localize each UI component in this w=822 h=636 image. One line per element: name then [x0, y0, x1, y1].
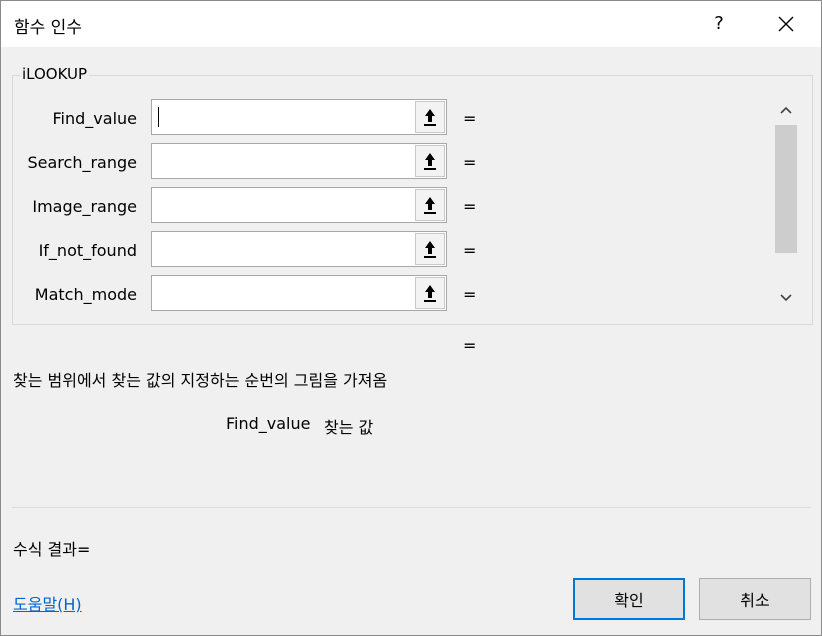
- formula-result: 수식 결과=: [13, 540, 91, 559]
- search-range-field[interactable]: [152, 144, 418, 178]
- dialog-title: 함수 인수: [14, 18, 82, 38]
- function-result-equals: =: [463, 336, 477, 355]
- match-mode-field[interactable]: [152, 276, 418, 310]
- arg-result-equals: =: [463, 109, 477, 128]
- function-name: iLOOKUP: [20, 65, 90, 83]
- collapse-dialog-button[interactable]: [415, 101, 445, 133]
- collapse-dialog-icon: [424, 153, 436, 170]
- if-not-found-field[interactable]: [152, 232, 418, 266]
- arg-result-equals: =: [463, 197, 477, 216]
- scroll-down-button[interactable]: [773, 284, 799, 312]
- arg-input-find-value[interactable]: [151, 99, 447, 135]
- arg-label-match-mode: Match_mode: [34, 285, 137, 304]
- current-arg-name: Find_value: [226, 414, 311, 433]
- arg-result-equals: =: [463, 285, 477, 304]
- arguments-scrollbar[interactable]: [773, 96, 799, 311]
- chevron-down-icon: [780, 294, 792, 302]
- collapse-dialog-icon: [424, 109, 436, 126]
- text-caret: [158, 107, 159, 127]
- dialog-window: 함수 인수 ? iLOOKUP Find_value = Search_rang…: [0, 0, 822, 636]
- help-link[interactable]: 도움말(H): [13, 591, 82, 615]
- arg-input-match-mode[interactable]: [151, 275, 447, 311]
- collapse-dialog-icon: [424, 241, 436, 258]
- collapse-dialog-icon: [424, 285, 436, 302]
- image-range-field[interactable]: [152, 188, 418, 222]
- current-arg-help: 찾는 값: [324, 418, 374, 437]
- scroll-thumb[interactable]: [775, 125, 797, 253]
- collapse-dialog-icon: [424, 197, 436, 214]
- arg-result-equals: =: [463, 241, 477, 260]
- arg-label-search-range: Search_range: [27, 153, 138, 172]
- cancel-button[interactable]: 취소: [699, 578, 811, 620]
- ok-button[interactable]: 확인: [573, 578, 685, 620]
- arg-label-if-not-found: If_not_found: [38, 241, 137, 260]
- help-button[interactable]: ?: [701, 6, 737, 42]
- collapse-dialog-button[interactable]: [415, 277, 445, 309]
- arg-input-image-range[interactable]: [151, 187, 447, 223]
- divider: [12, 507, 811, 508]
- function-description: 찾는 범위에서 찾는 값의 지정하는 순번의 그림을 가져옴: [13, 371, 388, 390]
- arg-input-if-not-found[interactable]: [151, 231, 447, 267]
- chevron-up-icon: [780, 106, 792, 114]
- find-value-field[interactable]: [152, 100, 418, 134]
- arg-result-equals: =: [463, 153, 477, 172]
- close-icon: [778, 16, 794, 32]
- scroll-up-button[interactable]: [773, 96, 799, 124]
- collapse-dialog-button[interactable]: [415, 233, 445, 265]
- collapse-dialog-button[interactable]: [415, 189, 445, 221]
- arg-label-find-value: Find_value: [52, 109, 137, 128]
- arg-input-search-range[interactable]: [151, 143, 447, 179]
- arg-label-image-range: Image_range: [32, 197, 137, 216]
- title-bar: 함수 인수 ?: [1, 1, 821, 47]
- close-button[interactable]: [766, 6, 806, 42]
- collapse-dialog-button[interactable]: [415, 145, 445, 177]
